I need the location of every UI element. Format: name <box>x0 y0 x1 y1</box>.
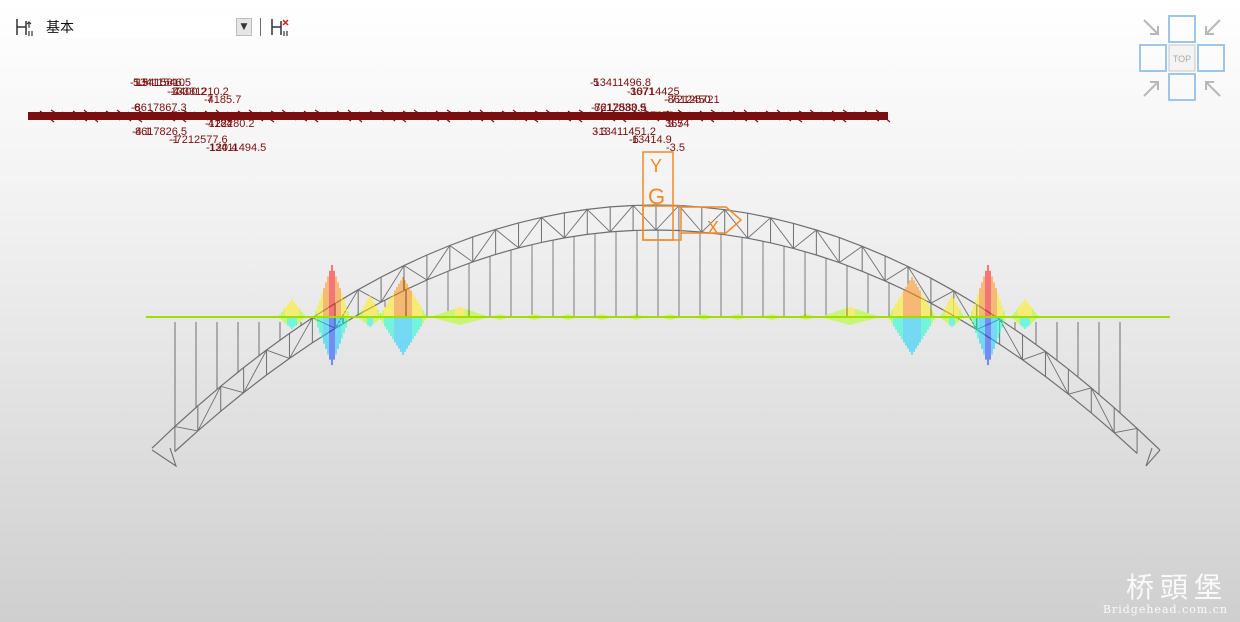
force-value-label: 7 <box>207 94 213 106</box>
axis-label-x: X <box>707 218 719 238</box>
arch-diagonal <box>839 245 863 264</box>
arch-diagonal <box>678 205 703 233</box>
arch-diagonal <box>334 289 359 329</box>
force-value-label: 5 <box>593 77 599 89</box>
force-value-label: 3.5 <box>668 118 683 130</box>
arch-support <box>151 447 1161 468</box>
force-value-label: 13411494.5 <box>209 142 266 154</box>
arch-truss <box>151 204 1161 468</box>
arch-diagonal <box>174 426 198 432</box>
arch-bottom-chord <box>174 229 1138 454</box>
corner-arrow-nw-icon[interactable] <box>1143 19 1159 35</box>
view-cube-top-label: TOP <box>1173 54 1191 64</box>
arch-diagonal <box>884 266 909 282</box>
arch-diagonal <box>586 209 611 233</box>
arch-diagonal <box>266 349 290 359</box>
arch-diagonal <box>1090 387 1115 433</box>
arch-diagonal <box>449 245 473 263</box>
arch-diagonal <box>999 318 1023 361</box>
axis-label-g: G <box>648 184 665 209</box>
arch-diagonal <box>1022 351 1046 361</box>
arch-diagonal <box>472 229 497 263</box>
watermark: 桥頭堡 Bridgehead.com.cn <box>1102 571 1228 617</box>
view-cube-back-face[interactable] <box>1168 73 1196 101</box>
arch-diagonal <box>793 229 817 249</box>
view-cube-left-face[interactable] <box>1139 44 1167 72</box>
corner-arrow-ne-icon[interactable] <box>1205 19 1221 35</box>
force-label-band: -13411546.5-13331210.2-4185.7-8617867.3-… <box>28 77 891 154</box>
arch-diagonal <box>1068 387 1092 395</box>
arch-top-chord <box>151 204 1161 451</box>
corner-arrow-se-icon[interactable] <box>1205 81 1221 97</box>
arch-diagonal <box>953 290 978 330</box>
corner-arrow-sw-icon[interactable] <box>1143 81 1159 97</box>
force-value-label: 6 <box>134 102 140 114</box>
force-value-label: 3671 <box>630 86 654 98</box>
arch-diagonal <box>1114 427 1138 434</box>
force-value-label: 4400.2 <box>173 86 207 98</box>
arch-diagonal <box>495 229 519 249</box>
watermark-text: 桥頭堡 <box>1125 571 1228 604</box>
force-value-label: 4184 <box>208 118 232 130</box>
arch-diagonal <box>243 349 267 393</box>
arch-diagonal <box>541 217 565 239</box>
axis-label-y: Y <box>650 156 662 176</box>
arch-diagonal <box>747 217 771 239</box>
arch-diagonal <box>197 386 222 432</box>
arch-diagonal <box>220 385 244 394</box>
force-value-label: -7212572 <box>667 94 714 106</box>
view-cube-right-face[interactable] <box>1197 44 1225 72</box>
force-value-label: 13414.9 <box>632 134 672 146</box>
view-cube[interactable]: TOP <box>1138 14 1226 102</box>
arch-diagonal <box>655 205 680 231</box>
arch-diagonal <box>564 209 588 239</box>
model-viewport[interactable]: -13411546.5-13331210.2-4185.7-8617867.3-… <box>0 0 1240 622</box>
arch-diagonal <box>815 229 840 263</box>
view-cube-front-face[interactable] <box>1168 15 1196 43</box>
axis-gizmo: Y G X <box>642 151 743 241</box>
arch-diagonal <box>632 205 657 231</box>
arch-diagonal <box>403 265 428 281</box>
arch-diagonal <box>609 205 634 233</box>
force-diagram <box>279 265 1038 365</box>
watermark-url: Bridgehead.com.cn <box>1102 603 1228 616</box>
